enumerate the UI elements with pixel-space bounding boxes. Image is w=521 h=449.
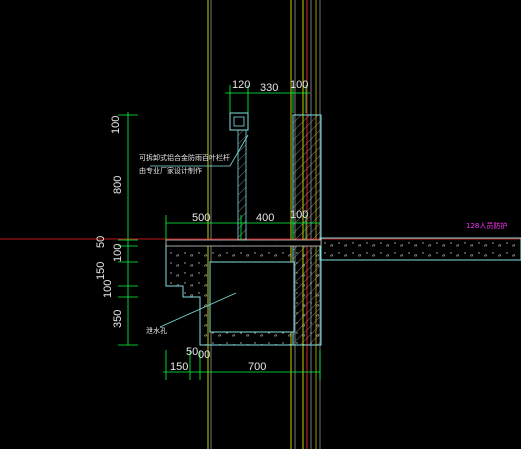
cap-slab xyxy=(165,239,322,247)
dim-top-100: 100 xyxy=(290,79,308,91)
dim-mid-500: 500 xyxy=(192,212,210,224)
railing xyxy=(229,112,249,241)
cad-drawing: 120 330 100 100 800 50 100 150 100 350 5… xyxy=(0,0,521,449)
dim-bottom-50: 50 xyxy=(186,346,198,358)
rail-note-line2: 由专业厂家设计制作 xyxy=(139,166,202,175)
dim-top-330: 330 xyxy=(260,82,278,94)
dim-mid-100: 100 xyxy=(290,209,308,221)
drain-note: 泄水孔 xyxy=(146,326,167,335)
rail-note-line1: 可拆卸式铝合金防雨百叶栏杆 xyxy=(139,153,230,162)
dim-bottom-700: 700 xyxy=(248,361,266,373)
dim-left-150: 150 xyxy=(95,262,107,280)
dim-mid-400: 400 xyxy=(256,212,274,224)
dim-left-800: 800 xyxy=(112,176,124,194)
dim-left-350: 350 xyxy=(112,310,124,328)
dim-left-100b: 100 xyxy=(112,244,124,262)
dim-bottom-150: 150 xyxy=(170,361,188,373)
dim-top-120: 120 xyxy=(232,79,250,91)
dim-left-100: 100 xyxy=(110,116,122,134)
magenta-label: 128人员防护 xyxy=(466,221,507,230)
dim-left-100c: 100 xyxy=(102,280,114,298)
floor-slab xyxy=(319,237,521,261)
gutter-body xyxy=(165,243,322,346)
dim-left-50: 50 xyxy=(95,236,107,248)
dim-bottom-00: 00 xyxy=(198,349,210,361)
